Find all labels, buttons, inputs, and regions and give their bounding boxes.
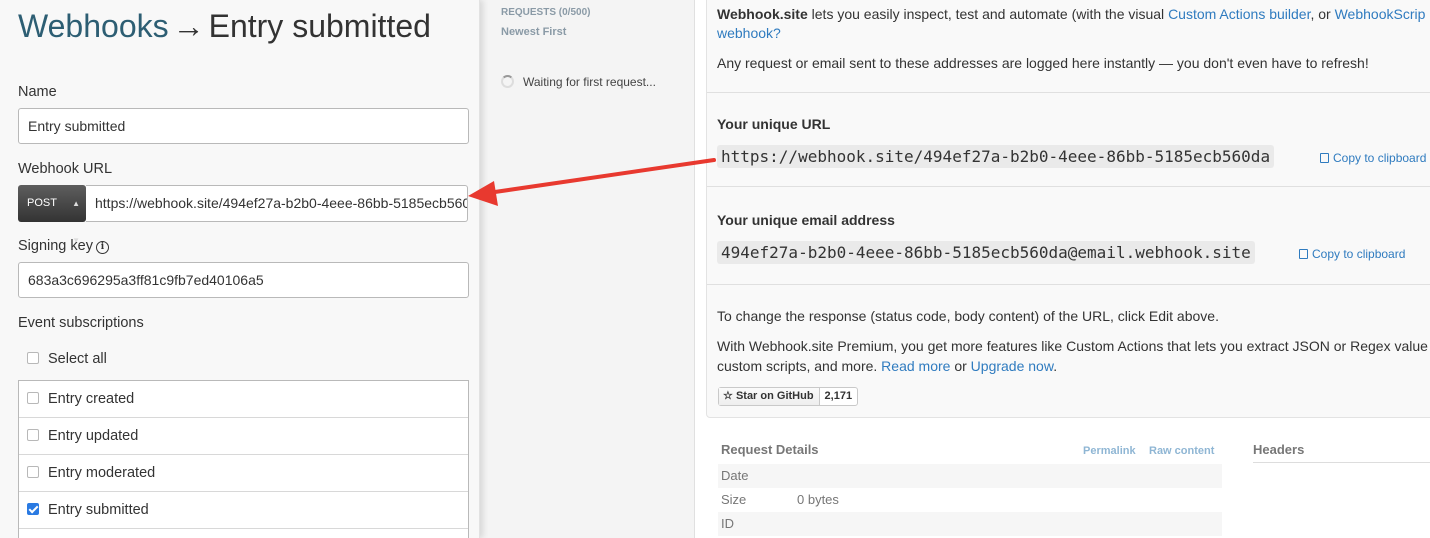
breadcrumb-webhooks[interactable]: Webhooks	[18, 8, 169, 44]
event-entry-updated[interactable]: Entry updated	[19, 418, 468, 455]
unique-email-value[interactable]: 494ef27a-b2b0-4eee-86bb-5185ecb560da@ema…	[717, 241, 1255, 264]
event-label: Entry moderated	[48, 465, 156, 481]
requests-count: REQUESTS (0/500)	[501, 7, 591, 18]
premium-text-line1: With Webhook.site Premium, you get more …	[717, 338, 1428, 354]
event-entry-created[interactable]: Entry created	[19, 381, 468, 418]
breadcrumb-arrow: →	[172, 8, 205, 44]
permalink-link[interactable]: Permalink	[1083, 445, 1136, 457]
headers-divider	[1253, 462, 1430, 463]
signing-key-label-text: Signing key	[18, 238, 93, 254]
premium-or: or	[950, 358, 971, 374]
intro-text: Webhook.site lets you easily inspect, te…	[717, 6, 1425, 22]
github-star[interactable]: ☆ Star on GitHub	[719, 388, 820, 405]
detail-key: Size	[721, 492, 747, 507]
event-subscriptions-label: Event subscriptions	[18, 315, 144, 331]
copy-url-label: Copy to clipboard	[1333, 151, 1427, 165]
checkbox-icon[interactable]	[27, 466, 39, 478]
checkbox-icon[interactable]	[27, 392, 39, 404]
brand-name: Webhook.site	[717, 6, 808, 22]
headers-title: Headers	[1253, 442, 1305, 457]
loading-spinner-icon	[501, 75, 514, 88]
clipboard-icon	[1320, 153, 1329, 163]
method-value: POST	[27, 197, 57, 209]
event-label: Entry created	[48, 391, 135, 407]
webhook-url-label: Webhook URL	[18, 161, 113, 177]
checkbox-icon[interactable]	[27, 429, 39, 441]
github-star-button[interactable]: ☆ Star on GitHub 2,171	[718, 387, 859, 406]
read-more-link[interactable]: Read more	[881, 358, 950, 374]
select-all-label: Select all	[48, 351, 107, 367]
divider	[707, 284, 1430, 285]
change-response-text: To change the response (status code, bod…	[717, 308, 1219, 324]
intro-text-body: lets you easily inspect, test and automa…	[807, 6, 1169, 22]
arrow-head	[468, 181, 498, 206]
raw-content-link[interactable]: Raw content	[1149, 445, 1214, 457]
detail-row-size: Size 0 bytes	[718, 488, 1222, 512]
waiting-status: Waiting for first request...	[501, 75, 656, 89]
email-label: Your unique email address	[717, 212, 895, 228]
divider	[707, 92, 1430, 93]
clipboard-icon	[1299, 249, 1308, 259]
name-input[interactable]: Entry submitted	[18, 108, 469, 144]
checkbox-checked-icon[interactable]	[27, 503, 39, 515]
event-label: Entry updated	[48, 428, 139, 444]
waiting-text: Waiting for first request...	[523, 75, 656, 89]
webhook-url-input[interactable]: https://webhook.site/494ef27a-b2b0-4eee-…	[86, 185, 468, 222]
divider	[707, 186, 1430, 187]
intro-or: , or	[1310, 6, 1335, 22]
name-label: Name	[18, 84, 57, 100]
request-details-title: Request Details	[721, 442, 819, 457]
detail-key: ID	[721, 516, 734, 531]
arrow-shaft	[486, 158, 716, 195]
webhookscript-link[interactable]: WebhookScrip	[1335, 6, 1426, 22]
select-all-checkbox[interactable]: Select all	[27, 351, 107, 367]
detail-key: Date	[721, 468, 749, 483]
github-star-label: Star on GitHub	[735, 390, 814, 402]
detail-row-date: Date	[718, 464, 1222, 488]
signing-key-input[interactable]: 683a3c696295a3ff81c9fb7ed40106a5	[18, 262, 469, 298]
detail-row-id: ID	[718, 512, 1222, 536]
detail-value: 0 bytes	[797, 492, 839, 507]
requests-sidebar: REQUESTS (0/500) Newest First Waiting fo…	[480, 0, 695, 538]
copy-email-label: Copy to clipboard	[1312, 247, 1406, 261]
signing-key-label: Signing key i	[18, 238, 109, 254]
premium-period: .	[1053, 358, 1058, 374]
github-star-count: 2,171	[824, 390, 853, 402]
event-list: Entry created Entry updated Entry modera…	[18, 380, 469, 538]
premium-text-body: custom scripts, and more.	[717, 358, 882, 374]
upgrade-now-link[interactable]: Upgrade now	[971, 358, 1054, 374]
premium-text-line2: custom scripts, and more. Read more or U…	[717, 358, 1057, 374]
info-icon[interactable]: i	[95, 241, 109, 254]
annotation-arrow-icon	[468, 158, 716, 206]
page-title: Webhooks → Entry submitted	[18, 8, 431, 45]
unique-url-value[interactable]: https://webhook.site/494ef27a-b2b0-4eee-…	[717, 145, 1275, 168]
copy-email-button[interactable]: Copy to clipboard	[1299, 247, 1405, 261]
webhook-question-link[interactable]: webhook?	[717, 25, 781, 41]
event-entry-submitted[interactable]: Entry submitted	[19, 492, 468, 529]
webhook-question-link-row: webhook?	[717, 25, 781, 41]
sort-newest-first[interactable]: Newest First	[501, 26, 566, 38]
custom-actions-link[interactable]: Custom Actions builder	[1168, 6, 1310, 22]
page-title-text: Entry submitted	[208, 8, 431, 44]
star-icon: ☆	[723, 390, 733, 402]
method-select[interactable]: POST ▲ ▼	[18, 185, 86, 245]
any-request-text: Any request or email sent to these addre…	[717, 55, 1369, 71]
unique-url-label: Your unique URL	[717, 116, 831, 132]
event-entry-moderated[interactable]: Entry moderated	[19, 455, 468, 492]
webhook-form-panel: Webhooks → Entry submitted Name Entry subm…	[0, 0, 480, 538]
checkbox-icon[interactable]	[27, 352, 39, 364]
copy-url-button[interactable]: Copy to clipboard	[1320, 151, 1426, 165]
event-label: Entry submitted	[48, 502, 149, 518]
